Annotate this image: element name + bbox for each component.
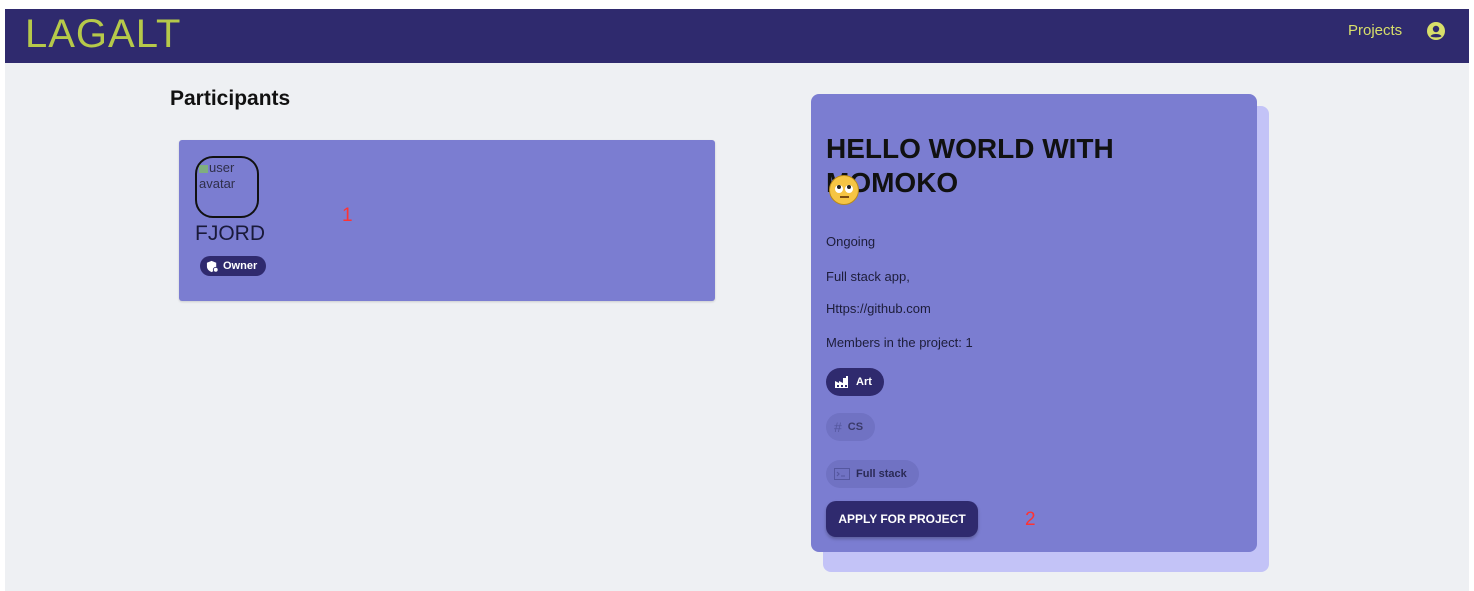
top-navbar: LAGALT Projects [5,9,1469,63]
app-frame: LAGALT Projects Participants user avatar… [5,9,1469,591]
annotation-marker-1: 1 [342,205,353,226]
tag-chip-cs[interactable]: # CS [826,413,876,441]
eye-roll-emoji-icon [829,175,859,205]
app-logo[interactable]: LAGALT [25,11,181,57]
hashtag-icon: # [834,419,842,435]
user-avatar: user avatar [195,156,259,218]
participants-heading: Participants [170,87,291,110]
project-card: HELLO WORLD WITH MOMOKO Ongoing Full sta… [811,94,1257,552]
tag-chip-art[interactable]: Art [826,368,884,396]
projects-nav-link[interactable]: Projects [1348,21,1402,41]
factory-icon [835,376,848,388]
project-title: HELLO WORLD WITH MOMOKO [826,133,1114,198]
participant-name: FJORD [195,222,265,245]
owner-role-label: Owner [223,260,258,272]
tag-label-full-stack: Full stack [856,468,907,480]
annotation-marker-2: 2 [1025,509,1036,530]
project-members-count: Members in the project: 1 [826,335,973,350]
apply-for-project-button[interactable]: APPLY FOR PROJECT [826,501,978,537]
tag-label-art: Art [856,376,872,388]
tag-chip-full-stack[interactable]: Full stack [826,460,919,488]
broken-image-icon [199,165,208,173]
project-type: Full stack app, [826,269,910,284]
terminal-icon [834,468,850,480]
tag-label-cs: CS [847,421,864,433]
owner-role-chip: Owner [200,256,267,276]
account-circle-icon[interactable] [1426,21,1446,41]
participant-card: user avatar FJORD Owner [179,140,715,301]
project-link[interactable]: Https://github.com [826,301,931,316]
project-status: Ongoing [826,234,876,249]
shield-icon [206,260,219,273]
